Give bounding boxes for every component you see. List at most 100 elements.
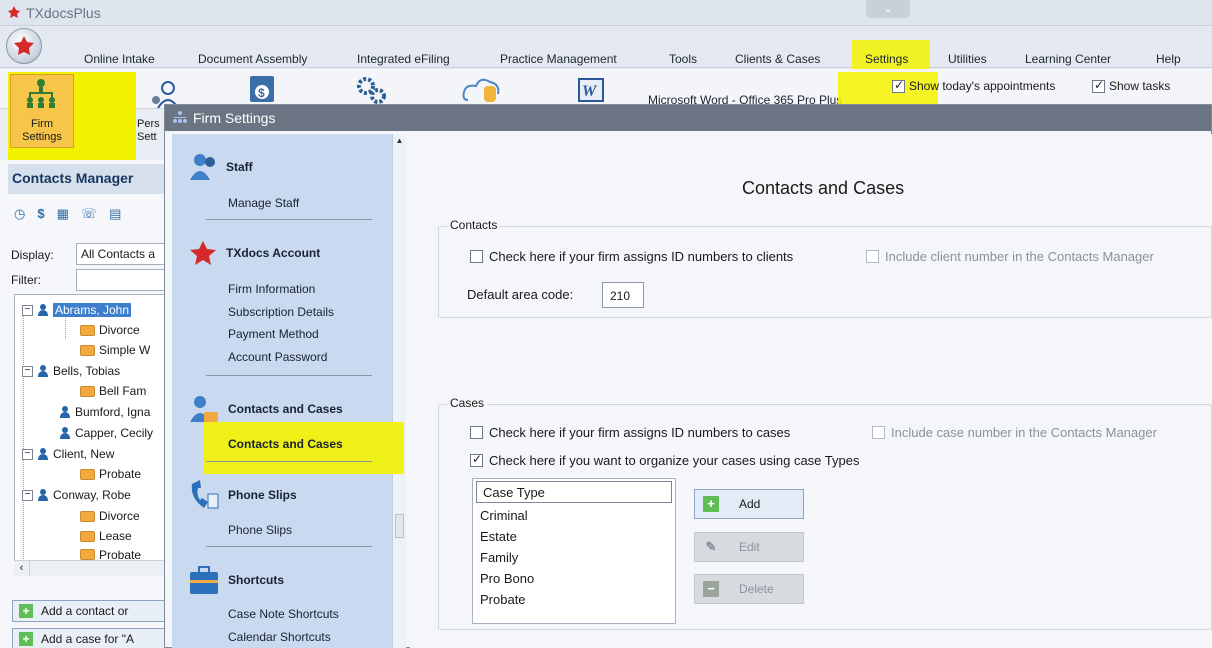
nav-divider	[206, 375, 372, 376]
scroll-thumb[interactable]	[395, 514, 404, 538]
case-type-item[interactable]: Probate	[480, 592, 526, 607]
contacts-group	[438, 226, 1212, 318]
nav-manage-staff[interactable]: Manage Staff	[228, 196, 299, 210]
menu-integrated-efiling[interactable]: Integrated eFiling	[357, 52, 450, 66]
app-logo-icon	[8, 6, 20, 18]
edit-case-type-button[interactable]: ✎ Edit	[694, 532, 804, 562]
case-types-checkbox[interactable]	[470, 452, 483, 467]
app-titlebar: TXdocsPlus ⌄	[0, 0, 1212, 26]
include-client-number-checkbox	[866, 250, 879, 263]
case-type-item[interactable]: Estate	[480, 529, 517, 544]
firm-settings-titlebar[interactable]: Firm Settings	[165, 105, 1211, 131]
show-appointments-toggle[interactable]: Show today's appointments	[892, 78, 1056, 93]
add-contact-button[interactable]: + Add a contact or	[12, 600, 170, 622]
menu-online-intake[interactable]: Online Intake	[84, 52, 155, 66]
tree-horizontal-scrollbar[interactable]: ‹	[14, 560, 170, 576]
menu-utilities[interactable]: Utilities	[948, 52, 987, 66]
nav-payment-method[interactable]: Payment Method	[228, 327, 319, 341]
filter-label: Filter:	[11, 273, 41, 287]
show-appointments-label: Show today's appointments	[909, 79, 1056, 93]
nav-subscription-details[interactable]: Subscription Details	[228, 305, 334, 319]
org-chart-icon	[27, 79, 55, 108]
plus-icon: +	[19, 632, 33, 646]
menu-help[interactable]: Help	[1156, 52, 1181, 66]
tree-case-row[interactable]: Divorce	[80, 323, 140, 337]
collapse-icon[interactable]: −	[22, 489, 33, 501]
add-case-button[interactable]: + Add a case for "A	[12, 628, 170, 648]
person-icon	[37, 448, 49, 460]
tree-contact-row[interactable]: Bumford, Igna	[59, 405, 150, 419]
collapse-icon[interactable]: −	[22, 304, 33, 316]
menu-clients-cases[interactable]: Clients & Cases	[735, 52, 820, 66]
show-appointments-checkbox[interactable]	[892, 78, 905, 93]
client-id-checkbox[interactable]	[470, 250, 483, 263]
firm-settings-title: Firm Settings	[193, 110, 276, 126]
show-tasks-checkbox[interactable]	[1092, 78, 1105, 93]
menu-settings[interactable]: Settings	[865, 52, 908, 66]
tree-case-row[interactable]: Lease	[80, 529, 132, 543]
dollar-icon[interactable]: $	[37, 206, 44, 222]
tree-contact-row[interactable]: − Client, New	[22, 447, 114, 461]
app-title: TXdocsPlus	[26, 5, 101, 21]
cloud-database-icon[interactable]	[462, 76, 502, 104]
menu-practice-management[interactable]: Practice Management	[500, 52, 617, 66]
tree-case-row[interactable]: Divorce	[80, 509, 140, 523]
contacts-toolbar: ◷ $ ▦ ☏ ▤	[14, 206, 121, 222]
show-tasks-toggle[interactable]: Show tasks	[1092, 78, 1170, 93]
tree-case-row[interactable]: Simple W	[80, 343, 150, 357]
nav-calendar-shortcuts[interactable]: Calendar Shortcuts	[228, 630, 331, 644]
tree-case-row[interactable]: Bell Fam	[80, 384, 146, 398]
nav-phone-slips[interactable]: Phone Slips	[228, 523, 292, 537]
orb-logo-icon	[14, 36, 34, 55]
phone-icon	[191, 480, 219, 509]
area-code-input[interactable]: 210	[602, 282, 644, 308]
phone-icon[interactable]: ☏	[81, 206, 97, 222]
display-select[interactable]: All Contacts a	[76, 243, 170, 265]
client-id-option[interactable]: Check here if your firm assigns ID numbe…	[470, 249, 793, 264]
tree-contact-row[interactable]: Capper, Cecily	[59, 426, 153, 440]
menu-learning-center[interactable]: Learning Center	[1025, 52, 1111, 66]
nav-section-shortcuts: Shortcuts	[188, 564, 284, 596]
tree-contact-row[interactable]: − Bells, Tobias	[22, 364, 120, 378]
collapse-icon[interactable]: −	[22, 365, 33, 377]
person-icon	[37, 304, 49, 316]
nav-firm-information[interactable]: Firm Information	[228, 282, 315, 296]
tree-contact-row[interactable]: − Abrams, John	[22, 303, 132, 317]
case-type-header[interactable]: Case Type	[476, 481, 672, 503]
ribbon-collapse-chevron-icon[interactable]: ⌄	[866, 0, 910, 18]
case-id-checkbox[interactable]	[470, 426, 483, 439]
billing-icon[interactable]: $	[246, 76, 278, 104]
menu-tools[interactable]: Tools	[669, 52, 697, 66]
filter-input[interactable]	[76, 269, 170, 291]
case-id-option[interactable]: Check here if your firm assigns ID numbe…	[470, 425, 790, 440]
collapse-icon[interactable]: −	[22, 448, 33, 460]
cases-group-label: Cases	[447, 396, 488, 410]
gears-icon[interactable]	[356, 76, 386, 104]
word-icon[interactable]: W	[578, 78, 604, 102]
case-type-item[interactable]: Family	[480, 550, 518, 565]
case-type-item[interactable]: Pro Bono	[480, 571, 534, 586]
nav-contacts-and-cases[interactable]: Contacts and Cases	[228, 437, 343, 451]
area-code-label: Default area code:	[467, 287, 574, 302]
history-icon[interactable]: ◷	[14, 206, 25, 222]
scroll-left-icon[interactable]: ‹	[14, 561, 30, 576]
nav-account-password[interactable]: Account Password	[228, 350, 327, 364]
menu-document-assembly[interactable]: Document Assembly	[198, 52, 307, 66]
nav-case-note-shortcuts[interactable]: Case Note Shortcuts	[228, 607, 339, 621]
minus-icon: −	[703, 581, 719, 597]
case-type-item[interactable]: Criminal	[480, 508, 528, 523]
case-types-option[interactable]: Check here if you want to organize your …	[470, 452, 859, 468]
nav-scrollbar[interactable]: ▲	[392, 134, 406, 648]
person-icon	[37, 489, 49, 501]
calendar-icon[interactable]: ▦	[57, 206, 69, 222]
add-case-type-button[interactable]: + Add	[694, 489, 804, 519]
nav-section-account: TXdocs Account	[188, 240, 320, 266]
include-case-number-option: Include case number in the Contacts Mana…	[872, 425, 1157, 440]
scroll-up-icon[interactable]: ▲	[393, 134, 406, 148]
document-icon[interactable]: ▤	[109, 206, 121, 222]
delete-case-type-button[interactable]: − Delete	[694, 574, 804, 604]
tree-case-row[interactable]: Probate	[80, 549, 141, 560]
app-orb-button[interactable]	[6, 28, 42, 64]
tree-contact-row[interactable]: − Conway, Robe	[22, 488, 131, 502]
tree-case-row[interactable]: Probate	[80, 467, 141, 481]
